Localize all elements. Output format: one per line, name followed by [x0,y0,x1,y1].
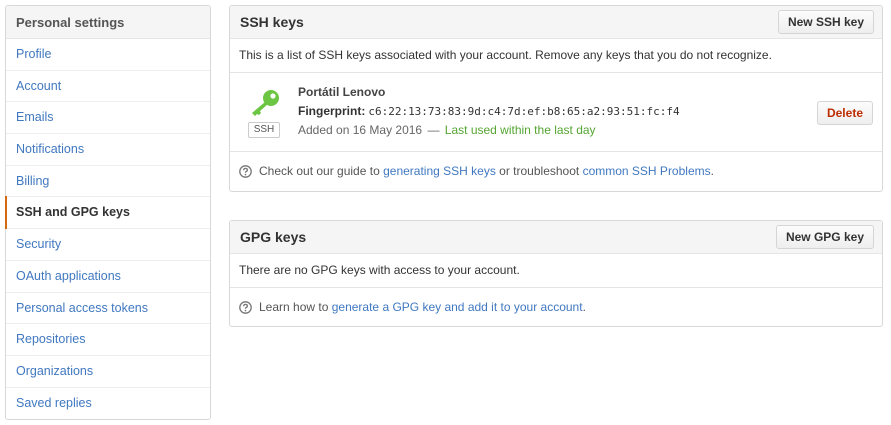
settings-page: Personal settings Profile Account Emails… [0,0,891,425]
ssh-key-item: SSH Portátil Lenovo Fingerprint: c6:22:13… [230,73,882,152]
gpg-help-suffix: . [582,300,586,314]
sidebar-item-repositories[interactable]: Repositories [6,324,210,356]
question-icon [239,165,252,178]
delete-key-button[interactable]: Delete [816,101,873,125]
fingerprint-value: c6:22:13:73:83:9d:c4:7d:ef:b8:65:a2:93:5… [368,105,680,118]
sidebar-item-personal-access-tokens[interactable]: Personal access tokens [6,293,210,325]
sidebar-item-billing[interactable]: Billing [6,166,210,198]
key-added-separator: — [427,123,440,137]
sidebar-item-notifications[interactable]: Notifications [6,134,210,166]
generate-gpg-key-link[interactable]: generate a GPG key and add it to your ac… [332,300,583,314]
ssh-help-middle: or troubleshoot [499,164,580,178]
gpg-keys-header: GPG keys New GPG key [230,221,882,254]
key-last-used: Last used within the last day [444,123,596,137]
key-added-info: Added on 16 May 2016 — Last used within … [298,123,596,137]
key-type-badge: SSH [248,122,280,138]
sidebar-item-security[interactable]: Security [6,229,210,261]
gpg-help-prefix: Learn how to [259,300,329,314]
new-ssh-key-button[interactable]: New SSH key [777,10,874,34]
sidebar-item-saved-replies[interactable]: Saved replies [6,388,210,420]
sidebar-item-organizations[interactable]: Organizations [6,356,210,388]
gpg-empty-message: There are no GPG keys with access to you… [230,254,882,288]
key-fingerprint: Fingerprint: c6:22:13:73:83:9d:c4:7d:ef:b… [298,104,680,118]
settings-sidebar: Personal settings Profile Account Emails… [5,5,211,421]
key-added-date: Added on 16 May 2016 [298,123,423,137]
fingerprint-label: Fingerprint: [298,104,366,118]
new-gpg-key-button[interactable]: New GPG key [775,225,874,249]
question-icon [239,301,252,314]
sidebar-item-profile[interactable]: Profile [6,39,210,71]
gpg-keys-title: GPG keys [240,229,307,245]
sidebar-item-emails[interactable]: Emails [6,102,210,135]
gpg-keys-box: GPG keys New GPG key There are no GPG ke… [229,220,883,327]
ssh-keys-header: SSH keys New SSH key [230,6,882,39]
sidebar-item-account[interactable]: Account [6,71,210,103]
key-icon [252,90,279,116]
ssh-help-suffix: . [710,164,714,178]
ssh-help: Check out our guide to generating SSH ke… [230,152,882,191]
sidebar-title: Personal settings [6,6,210,39]
ssh-keys-intro: This is a list of SSH keys associated wi… [230,39,882,73]
common-ssh-problems-link[interactable]: common SSH Problems [583,164,711,178]
key-title: Portátil Lenovo [298,85,386,99]
gpg-help: Learn how to generate a GPG key and add … [230,288,882,326]
ssh-keys-box: SSH keys New SSH key This is a list of S… [229,5,883,192]
ssh-keys-title: SSH keys [240,14,304,30]
sidebar-item-oauth-applications[interactable]: OAuth applications [6,261,210,293]
ssh-help-prefix: Check out our guide to [259,164,380,178]
generating-ssh-keys-link[interactable]: generating SSH keys [383,164,496,178]
sidebar-item-ssh-gpg-keys[interactable]: SSH and GPG keys [5,196,210,230]
